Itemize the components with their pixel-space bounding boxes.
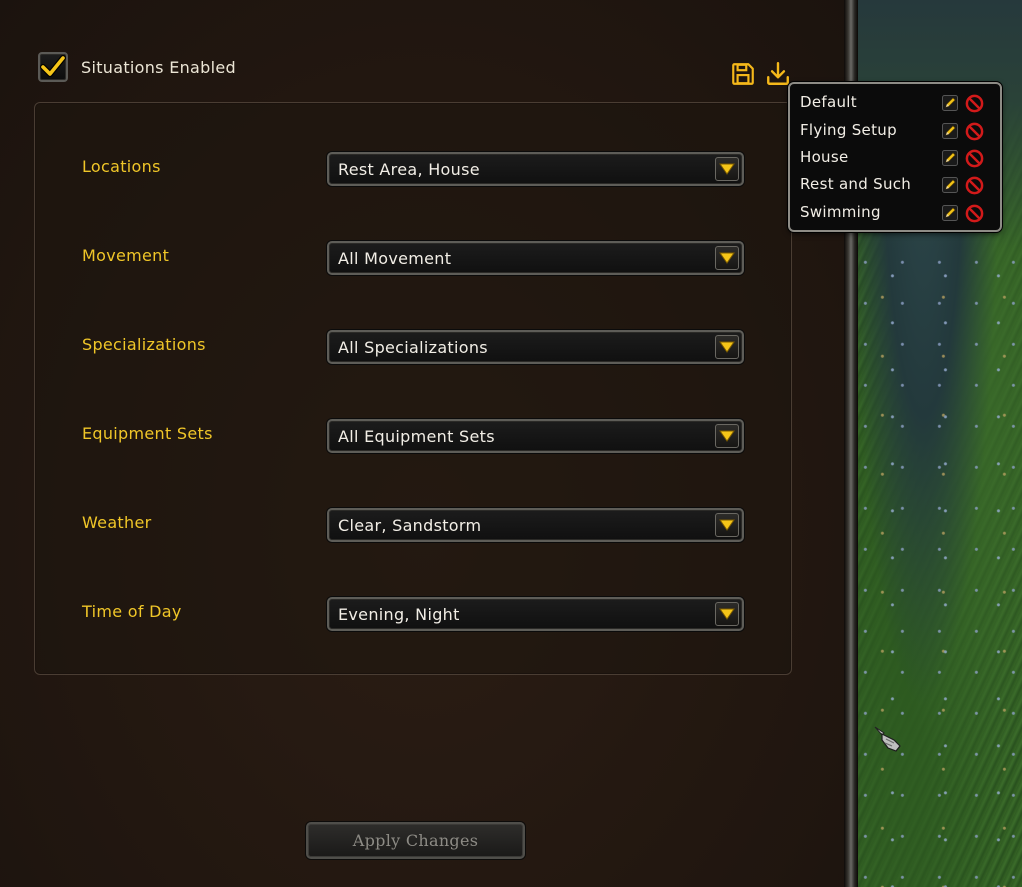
specializations-value: All Specializations xyxy=(338,338,488,357)
pencil-icon[interactable] xyxy=(942,205,958,221)
profile-item-default[interactable]: Default xyxy=(790,91,1000,115)
game-world-grass xyxy=(858,250,1022,887)
profile-label: House xyxy=(800,148,849,166)
chevron-down-icon[interactable] xyxy=(715,602,739,626)
weather-label: Weather xyxy=(82,513,152,532)
pencil-icon[interactable] xyxy=(942,123,958,139)
profile-item-house[interactable]: House xyxy=(790,146,1000,170)
situations-enabled-checkbox[interactable] xyxy=(38,52,68,82)
chevron-down-icon[interactable] xyxy=(715,424,739,448)
gauntlet-cursor-icon xyxy=(874,726,901,752)
movement-value: All Movement xyxy=(338,249,452,268)
chevron-down-icon[interactable] xyxy=(715,157,739,181)
specializations-dropdown[interactable]: All Specializations xyxy=(327,330,744,364)
weather-value: Clear, Sandstorm xyxy=(338,516,482,535)
specializations-label: Specializations xyxy=(82,335,206,354)
profiles-menu: Default Flying Setup House Rest and Such… xyxy=(788,82,1002,232)
time-of-day-value: Evening, Night xyxy=(338,605,460,624)
time-of-day-label: Time of Day xyxy=(82,602,182,621)
chevron-down-icon[interactable] xyxy=(715,513,739,537)
pencil-icon[interactable] xyxy=(942,95,958,111)
situations-enabled-toggle[interactable]: Situations Enabled xyxy=(38,52,236,82)
movement-label: Movement xyxy=(82,246,170,265)
delete-icon[interactable] xyxy=(965,122,984,141)
locations-label: Locations xyxy=(82,157,161,176)
profile-label: Swimming xyxy=(800,203,881,221)
profile-label: Flying Setup xyxy=(800,121,897,139)
profile-item-swimming[interactable]: Swimming xyxy=(790,201,1000,225)
pencil-icon[interactable] xyxy=(942,150,958,166)
locations-dropdown[interactable]: Rest Area, House xyxy=(327,152,744,186)
time-of-day-dropdown[interactable]: Evening, Night xyxy=(327,597,744,631)
profile-label: Default xyxy=(800,93,857,111)
equipment-sets-value: All Equipment Sets xyxy=(338,427,495,446)
equipment-sets-label: Equipment Sets xyxy=(82,424,213,443)
checkmark-icon xyxy=(40,55,66,77)
weather-dropdown[interactable]: Clear, Sandstorm xyxy=(327,508,744,542)
movement-dropdown[interactable]: All Movement xyxy=(327,241,744,275)
save-icon[interactable] xyxy=(730,61,756,87)
chevron-down-icon[interactable] xyxy=(715,335,739,359)
equipment-sets-dropdown[interactable]: All Equipment Sets xyxy=(327,419,744,453)
delete-icon[interactable] xyxy=(965,94,984,113)
locations-value: Rest Area, House xyxy=(338,160,480,179)
situations-enabled-label: Situations Enabled xyxy=(81,57,236,77)
delete-icon[interactable] xyxy=(965,204,984,223)
profile-item-flying-setup[interactable]: Flying Setup xyxy=(790,119,1000,143)
profile-label: Rest and Such xyxy=(800,175,912,193)
pencil-icon[interactable] xyxy=(942,177,958,193)
download-icon[interactable] xyxy=(765,61,791,87)
apply-changes-button[interactable]: Apply Changes xyxy=(306,822,525,859)
profile-item-rest-and-such[interactable]: Rest and Such xyxy=(790,173,1000,197)
delete-icon[interactable] xyxy=(965,149,984,168)
delete-icon[interactable] xyxy=(965,176,984,195)
chevron-down-icon[interactable] xyxy=(715,246,739,270)
situation-settings-group xyxy=(34,102,792,675)
